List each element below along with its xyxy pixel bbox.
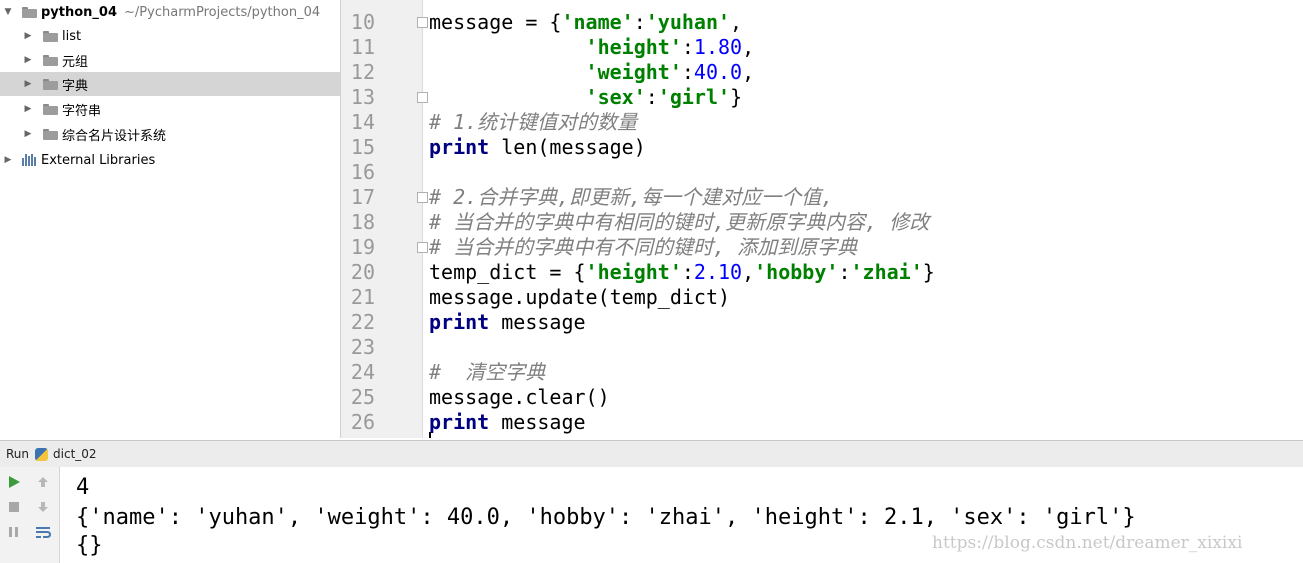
line-number: 18 — [350, 210, 375, 234]
tree-item-label: 字符串 — [62, 103, 102, 119]
project-tree: ▼ python_04 ~/PycharmProjects/python_04 … — [0, 0, 341, 438]
line-number: 13 — [350, 85, 375, 109]
tree-item-label: 元组 — [62, 54, 89, 70]
line-number: 25 — [350, 385, 375, 409]
text-caret — [429, 432, 431, 438]
pause-icon[interactable] — [5, 523, 23, 541]
collapse-arrow-icon[interactable]: ▶ — [23, 79, 33, 89]
run-label: Run — [6, 447, 30, 461]
code-line: print len(message) — [429, 135, 646, 159]
tree-item-external-libraries[interactable]: ▶ External Libraries — [0, 148, 340, 172]
code-line: message = {'name':'yuhan', — [429, 10, 743, 34]
scroll-up-icon[interactable] — [34, 473, 52, 491]
run-toolbar — [0, 467, 60, 563]
fold-marker-icon[interactable] — [417, 92, 428, 103]
folder-icon — [43, 103, 58, 115]
folder-icon — [43, 78, 58, 90]
collapse-arrow-icon[interactable]: ▶ — [23, 129, 33, 139]
code-line: temp_dict = {'height':2.10,'hobby':'zhai… — [429, 260, 935, 284]
console-output-line: {'name': 'yuhan', 'weight': 40.0, 'hobby… — [76, 505, 1136, 530]
tree-item-label: External Libraries — [41, 152, 156, 168]
code-line: # 当合并的字典中有不同的键时, 添加到原字典 — [429, 235, 858, 259]
tree-item-label: 字典 — [62, 78, 89, 94]
code-line: # 2.合并字典,即更新,每一个建对应一个值, — [429, 185, 834, 209]
project-path: ~/PycharmProjects/python_04 — [124, 4, 321, 20]
fold-marker-icon[interactable] — [417, 242, 428, 253]
console-output-line: 4 — [76, 475, 90, 500]
collapse-arrow-icon[interactable]: ▶ — [23, 55, 33, 65]
tree-item-string[interactable]: ▶ 字符串 — [0, 97, 340, 121]
folder-icon — [43, 128, 58, 140]
watermark: https://blog.csdn.net/dreamer_xixixi — [932, 533, 1243, 553]
line-number: 20 — [350, 260, 375, 284]
line-number: 12 — [350, 60, 375, 84]
libraries-icon — [22, 154, 36, 166]
folder-icon — [43, 30, 58, 42]
scroll-down-icon[interactable] — [34, 498, 52, 516]
folder-icon — [43, 54, 58, 66]
stop-icon[interactable] — [5, 498, 23, 516]
console-output-line: {} — [76, 533, 103, 558]
code-line: message.update(temp_dict) — [429, 285, 731, 309]
line-number: 15 — [350, 135, 375, 159]
tree-item-label: list — [62, 28, 82, 44]
tree-item-list[interactable]: ▶ list — [0, 24, 340, 48]
line-number: 10 — [350, 10, 375, 34]
clipped-command-line — [76, 467, 1076, 469]
fold-marker-icon[interactable] — [417, 192, 428, 203]
code-line: # 清空字典 — [429, 360, 546, 384]
code-editor[interactable]: 10 11 12 13 14 15 16 17 18 19 20 21 22 2… — [341, 0, 1303, 438]
line-number: 21 — [350, 285, 375, 309]
tree-item-tuple[interactable]: ▶ 元组 — [0, 48, 340, 72]
line-number: 16 — [350, 160, 375, 184]
line-number: 14 — [350, 110, 375, 134]
editor-gutter: 10 11 12 13 14 15 16 17 18 19 20 21 22 2… — [341, 0, 423, 438]
code-line: message.clear() — [429, 385, 610, 409]
line-number: 24 — [350, 360, 375, 384]
line-number: 19 — [350, 235, 375, 259]
line-number: 26 — [350, 410, 375, 434]
code-line: print message — [429, 410, 586, 434]
line-number: 22 — [350, 310, 375, 334]
code-line: 'weight':40.0, — [585, 60, 755, 84]
collapse-arrow-icon[interactable]: ▶ — [23, 104, 33, 114]
tree-item-label: 综合名片设计系统 — [62, 128, 167, 144]
project-name: python_04 — [41, 4, 118, 20]
collapse-arrow-icon[interactable]: ▶ — [3, 155, 13, 165]
python-icon — [35, 447, 49, 461]
rerun-icon[interactable] — [5, 473, 23, 491]
collapse-arrow-icon[interactable]: ▶ — [23, 31, 33, 41]
tree-project-root[interactable]: ▼ python_04 ~/PycharmProjects/python_04 — [0, 0, 340, 24]
soft-wrap-icon[interactable] — [34, 523, 52, 541]
folder-icon — [22, 6, 37, 18]
run-config-tab[interactable]: dict_02 — [53, 447, 97, 461]
line-number: 23 — [350, 335, 375, 359]
expand-arrow-icon[interactable]: ▼ — [3, 7, 13, 17]
tree-item-card-system[interactable]: ▶ 综合名片设计系统 — [0, 122, 340, 146]
code-line: print message — [429, 310, 586, 334]
code-line: # 当合并的字典中有相同的键时,更新原字典内容, 修改 — [429, 210, 930, 234]
line-number: 11 — [350, 35, 375, 59]
line-number: 17 — [350, 185, 375, 209]
code-line: # 1.统计键值对的数量 — [429, 110, 638, 134]
fold-marker-icon[interactable] — [417, 17, 428, 28]
code-line: 'sex':'girl'} — [585, 85, 743, 109]
tree-item-dict[interactable]: ▶ 字典 — [0, 72, 340, 96]
code-line: 'height':1.80, — [585, 35, 755, 59]
run-panel-header: Run dict_02 — [0, 440, 1303, 467]
